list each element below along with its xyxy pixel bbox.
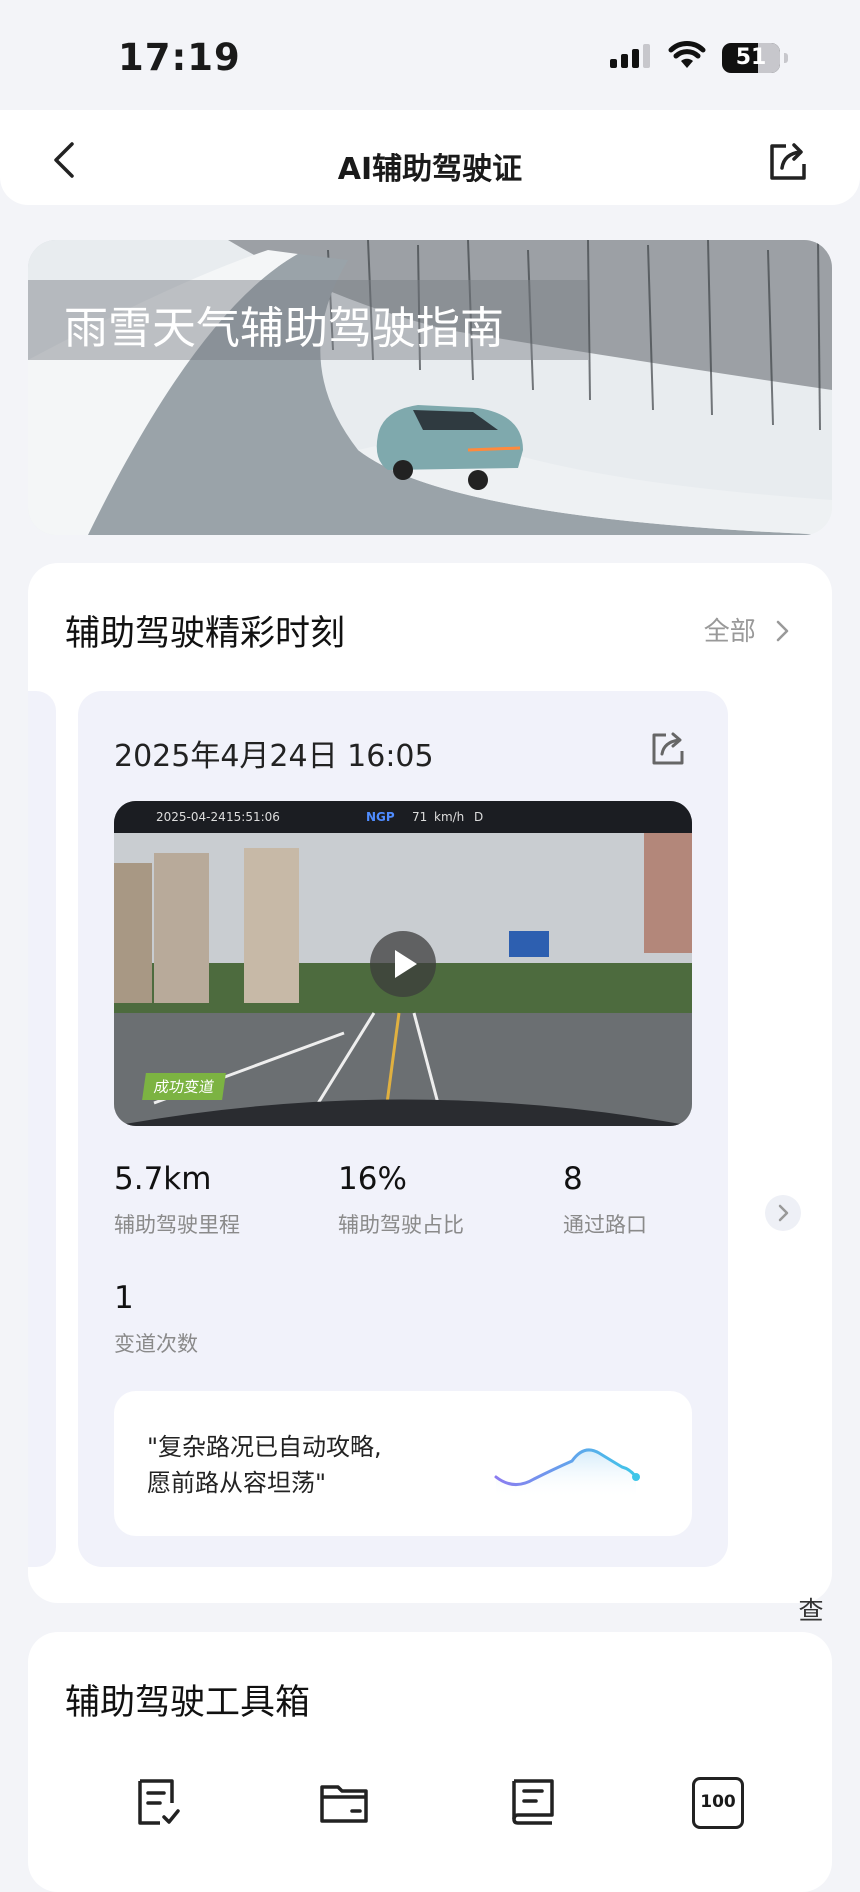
navigation-bar: AI辅助驾驶证 <box>0 110 860 205</box>
battery-icon: 51 <box>722 43 788 73</box>
book-icon[interactable] <box>506 1777 558 1829</box>
video-hud: 2025-04-24 15:51:06 NGP 71 km/h D <box>114 801 692 833</box>
previous-highlight-card[interactable] <box>28 691 56 1567</box>
quote-line: "复杂路况已自动攻略, <box>147 1433 382 1461</box>
route-wave-graphic <box>494 1448 640 1499</box>
highlight-video[interactable]: 2025-04-24 15:51:06 NGP 71 km/h D 成功变道 <box>114 801 692 1126</box>
stat-value: 5.7km <box>114 1161 212 1197</box>
score-100-text: 100 <box>700 1792 736 1812</box>
view-all-link[interactable]: 全部 <box>704 611 792 648</box>
quote-line: 愿前路从容坦荡" <box>147 1469 327 1497</box>
wifi-icon <box>668 41 706 68</box>
cellular-signal-icon <box>610 44 652 68</box>
stat-label: 辅助驾驶占比 <box>338 1213 464 1237</box>
chevron-right-icon <box>776 620 789 642</box>
stat-lane-changes: 1 变道次数 <box>114 1280 198 1358</box>
hud-mode: NGP <box>366 810 395 824</box>
stat-label: 变道次数 <box>114 1332 198 1356</box>
folder-icon[interactable] <box>318 1777 370 1829</box>
stat-label: 辅助驾驶里程 <box>114 1213 240 1237</box>
play-button[interactable] <box>370 931 436 997</box>
share-icon[interactable] <box>648 729 688 769</box>
hud-gear: D <box>474 810 484 824</box>
battery-level: 51 <box>735 45 767 70</box>
checklist-icon[interactable] <box>132 1777 184 1829</box>
status-bar: 17:19 51 <box>0 0 860 110</box>
lane-change-tag: 成功变道 <box>142 1073 226 1100</box>
view-all-label: 全部 <box>703 617 756 647</box>
quote-box: "复杂路况已自动攻略, 愿前路从容坦荡" <box>114 1391 692 1536</box>
score-100-icon[interactable]: 100 <box>692 1777 744 1829</box>
toolbox-card: 辅助驾驶工具箱 100 <box>28 1632 832 1892</box>
chevron-right-icon <box>778 1204 789 1222</box>
side-view-all-arrow[interactable] <box>765 1195 801 1231</box>
hud-date: 2025-04-24 <box>156 810 226 824</box>
highlight-card[interactable]: 2025年4月24日 16:05 2025-04-24 15:51:06 NGP… <box>78 691 728 1567</box>
quote-text: "复杂路况已自动攻略, 愿前路从容坦荡" <box>147 1429 382 1501</box>
stat-value: 8 <box>563 1161 583 1197</box>
stat-ratio: 16% 辅助驾驶占比 <box>338 1161 464 1239</box>
stat-value: 16% <box>338 1161 407 1197</box>
highlight-date: 2025年4月24日 16:05 <box>114 739 434 774</box>
page-title: AI辅助驾驶证 <box>337 152 523 187</box>
stat-distance: 5.7km 辅助驾驶里程 <box>114 1161 240 1239</box>
stat-label: 通过路口 <box>563 1213 647 1237</box>
guide-banner[interactable]: 雨雪天气辅助驾驶指南 <box>28 240 832 535</box>
stat-value: 1 <box>114 1280 134 1316</box>
section-title-highlights: 辅助驾驶精彩时刻 <box>65 614 346 654</box>
banner-title: 雨雪天气辅助驾驶指南 <box>64 303 504 354</box>
share-icon[interactable] <box>766 140 810 184</box>
stat-intersections: 8 通过路口 <box>563 1161 647 1239</box>
side-view-all-char: 查 <box>798 1596 824 1625</box>
status-time: 17:19 <box>118 36 241 79</box>
hud-speed: 71 <box>412 810 428 824</box>
hud-time: 15:51:06 <box>226 810 280 824</box>
highlights-card: 辅助驾驶精彩时刻 全部 2025年4月24日 16:05 2025-04-24 … <box>28 563 832 1745</box>
hud-unit: km/h <box>434 810 465 824</box>
section-title-toolbox: 辅助驾驶工具箱 <box>65 1683 311 1723</box>
